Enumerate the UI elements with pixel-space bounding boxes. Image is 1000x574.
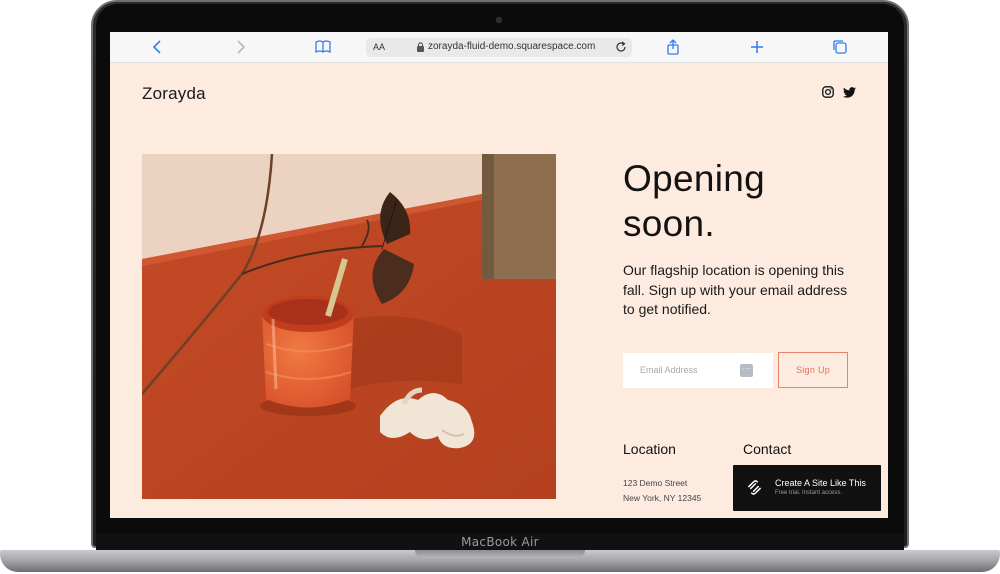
camera-icon <box>496 17 502 23</box>
twitter-icon[interactable] <box>843 87 856 98</box>
laptop-notch <box>415 550 585 558</box>
laptop-chin: MacBook Air <box>96 533 904 551</box>
browser-screen: AA zorayda-fluid-demo.squarespace.com Zo… <box>110 32 888 518</box>
plus-icon[interactable] <box>749 39 765 55</box>
email-field[interactable]: Email Address ··· <box>623 353 773 388</box>
instagram-icon[interactable] <box>822 86 834 98</box>
lock-icon <box>417 42 424 52</box>
reload-icon[interactable] <box>615 41 627 53</box>
url-text: zorayda-fluid-demo.squarespace.com <box>428 41 596 52</box>
chevron-right-icon[interactable] <box>232 39 248 55</box>
address-bar[interactable]: AA zorayda-fluid-demo.squarespace.com <box>366 38 632 57</box>
site-logo[interactable]: Zorayda <box>142 84 206 104</box>
badge-title: Create A Site Like This <box>775 478 866 488</box>
contact-heading: Contact <box>743 441 792 457</box>
tabs-icon[interactable] <box>832 39 848 55</box>
text-size-button[interactable]: AA <box>373 42 385 52</box>
location-heading: Location <box>623 441 676 457</box>
page-description: Our flagship location is opening this fa… <box>623 262 848 317</box>
password-key-icon[interactable]: ··· <box>740 364 753 377</box>
squarespace-logo-icon <box>748 480 761 495</box>
share-icon[interactable] <box>665 39 681 55</box>
address-line-2: New York, NY 12345 <box>623 493 702 503</box>
address-line-1: 123 Demo Street <box>623 478 688 488</box>
browser-toolbar: AA zorayda-fluid-demo.squarespace.com <box>110 32 888 63</box>
create-site-badge[interactable]: Create A Site Like This Free trial. Inst… <box>733 465 881 511</box>
badge-subtitle: Free trial. Instant access. <box>775 490 843 496</box>
hero-photo <box>142 154 556 499</box>
sign-up-button[interactable]: Sign Up <box>778 352 848 388</box>
device-label: MacBook Air <box>461 535 539 549</box>
email-placeholder: Email Address <box>640 365 698 375</box>
page-headline: Opening soon. <box>623 158 765 244</box>
chevron-left-icon[interactable] <box>150 39 166 55</box>
book-icon[interactable] <box>315 39 331 55</box>
